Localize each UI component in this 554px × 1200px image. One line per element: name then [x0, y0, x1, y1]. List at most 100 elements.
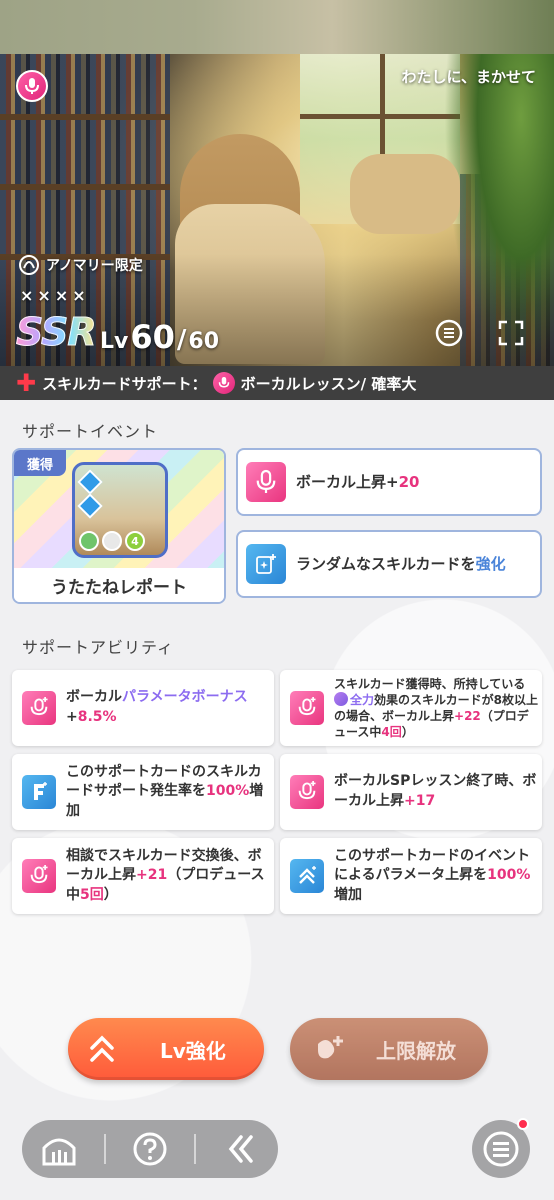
ability-card[interactable]: このサポートカードのイベントによるパラメータ上昇を100%増加 [280, 838, 542, 914]
shelf-board [0, 114, 170, 120]
microphone-icon [246, 462, 286, 502]
effect-value: 20 [398, 472, 420, 491]
ability-text-part: + [66, 709, 78, 725]
support-value: ボーカルレッスン/ 確率大 [240, 374, 417, 393]
ability-tag: 全力 [350, 692, 375, 707]
shelf-board [0, 184, 170, 190]
card-sparkle-icon [246, 544, 286, 584]
nav-divider [194, 1134, 197, 1164]
leaf-icon [79, 531, 99, 551]
nav-divider [103, 1134, 106, 1164]
home-button[interactable] [29, 1124, 89, 1174]
ability-highlight: 100% [206, 783, 250, 800]
card-illustration[interactable]: わたしに、まかせて アノマリー限定 × × × × SSR Lv 60 / 60 [0, 54, 554, 366]
level-current: 60 [130, 318, 175, 356]
home-icon [42, 1138, 76, 1166]
level-label: Lv [100, 329, 129, 354]
level-up-label: Lv強化 [160, 1038, 226, 1063]
level-max: 60 [188, 329, 220, 354]
ability-text: 相談でスキルカード交換後、ボーカル上昇+21（プロデュース中5回） [66, 847, 272, 906]
effect-prefix: ランダムなスキルカードを [296, 554, 476, 573]
anomaly-icon [19, 255, 39, 275]
level-display: Lv 60 / 60 [100, 318, 219, 356]
star-rank: × × × × [20, 286, 86, 305]
ability-text: ボーカルパラメータボーナス +8.5% [66, 688, 272, 727]
level-up-button[interactable]: Lv強化 [68, 1018, 264, 1080]
ability-card[interactable]: ボーカルSPレッスン終了時、ボーカル上昇+17 [280, 754, 542, 830]
level-separator: / [176, 325, 187, 355]
limited-badge: アノマリー限定 [18, 254, 143, 276]
diamond-icon [77, 493, 103, 519]
ability-card[interactable]: このサポートカードのスキルカードサポート発生率を100%増加 [12, 754, 274, 830]
support-ability-title: サポートアビリティ [22, 638, 175, 657]
help-button[interactable] [120, 1124, 180, 1174]
ability-text-part: スキルカード獲得時、所持している [334, 676, 526, 691]
ability-text-part: 増加 [334, 886, 362, 903]
ability-highlight: 4回 [381, 725, 402, 740]
m-icon [102, 531, 122, 551]
microphone-plus-icon [22, 859, 56, 893]
menu-icon [483, 1131, 519, 1167]
lv-number-badge: 4 [125, 531, 145, 551]
ability-text-part: ボーカル [66, 689, 122, 706]
microphone-icon [16, 70, 48, 102]
ability-highlight: 100% [487, 867, 531, 884]
ability-highlight: 5回 [80, 886, 104, 903]
thumbnail-badges: 4 [79, 531, 145, 551]
status-bar-background [0, 0, 554, 54]
event-effect-text: ランダムなスキルカードを強化 [296, 554, 506, 574]
effect-value: 強化 [475, 554, 506, 573]
event-effect-text: ボーカル上昇+20 [296, 472, 419, 492]
event-thumbnail: 4 [72, 462, 168, 558]
ability-text: このサポートカードのイベントによるパラメータ上昇を100%増加 [334, 847, 540, 906]
back-button[interactable] [211, 1124, 271, 1174]
ability-text-part: ） [103, 886, 118, 903]
support-event-title: サポートイベント [22, 422, 159, 441]
rank-star: × [37, 286, 51, 305]
limit-break-button[interactable]: 上限解放 [290, 1018, 488, 1080]
rarity-label: SSR [16, 310, 98, 355]
ability-card[interactable]: スキルカード獲得時、所持している全力効果のスキルカードが8枚以上の場合、ボーカル… [280, 670, 542, 746]
skill-card-support-bar: ✚ スキルカードサポート： ボーカルレッスン/ 確率大 [0, 366, 554, 400]
microphone-plus-icon [22, 691, 56, 725]
limit-break-label: 上限解放 [376, 1038, 456, 1063]
sleeping-figure [350, 154, 460, 234]
limited-label: アノマリー限定 [46, 258, 143, 274]
ability-text: ボーカルSPレッスン終了時、ボーカル上昇+17 [334, 772, 540, 811]
microphone-plus-icon [290, 691, 324, 725]
card-catchphrase: わたしに、まかせて [401, 68, 536, 86]
support-event-card[interactable]: 獲得 4 うたたねレポート [12, 448, 226, 604]
fullscreen-button[interactable] [494, 316, 528, 350]
support-label: スキルカードサポート： [42, 374, 207, 393]
rank-star: × [54, 286, 69, 305]
ability-highlight: +17 [404, 793, 436, 809]
skill-card-f-icon [22, 775, 56, 809]
event-effect-skill-card[interactable]: ランダムなスキルカードを強化 [236, 530, 542, 598]
effect-prefix: ボーカル上昇+ [296, 472, 399, 491]
full-power-icon [334, 691, 348, 706]
notification-dot [517, 1118, 529, 1130]
back-icon [228, 1135, 253, 1163]
detail-button[interactable] [432, 316, 466, 350]
diamond-icon [77, 469, 103, 495]
ability-card[interactable]: ボーカルパラメータボーナス +8.5% [12, 670, 274, 746]
rank-star: × [20, 286, 34, 305]
ability-text: このサポートカードのスキルカードサポート発生率を100%増加 [66, 763, 272, 822]
detail-list-icon [435, 319, 463, 347]
rank-star: × [72, 286, 86, 305]
bottom-nav [22, 1120, 278, 1178]
ability-highlight: +21 [136, 867, 168, 884]
event-name: うたたねレポート [14, 568, 224, 602]
ability-text-part: ） [401, 725, 414, 740]
double-chevron-up-icon [90, 1035, 114, 1062]
limit-break-icon [318, 1036, 343, 1059]
event-effect-vocal[interactable]: ボーカル上昇+20 [236, 448, 542, 516]
plus-icon: ✚ [16, 369, 37, 397]
ability-card[interactable]: 相談でスキルカード交換後、ボーカル上昇+21（プロデュース中5回） [12, 838, 274, 914]
thumb-number: 4 [131, 534, 139, 548]
ability-highlight: +22 [454, 709, 481, 723]
ability-text: スキルカード獲得時、所持している全力効果のスキルカードが8枚以上の場合、ボーカル… [334, 676, 540, 741]
ability-highlight: パラメータボーナス [122, 689, 248, 706]
obtain-badge: 獲得 [14, 450, 66, 476]
parameter-up-icon [290, 859, 324, 893]
